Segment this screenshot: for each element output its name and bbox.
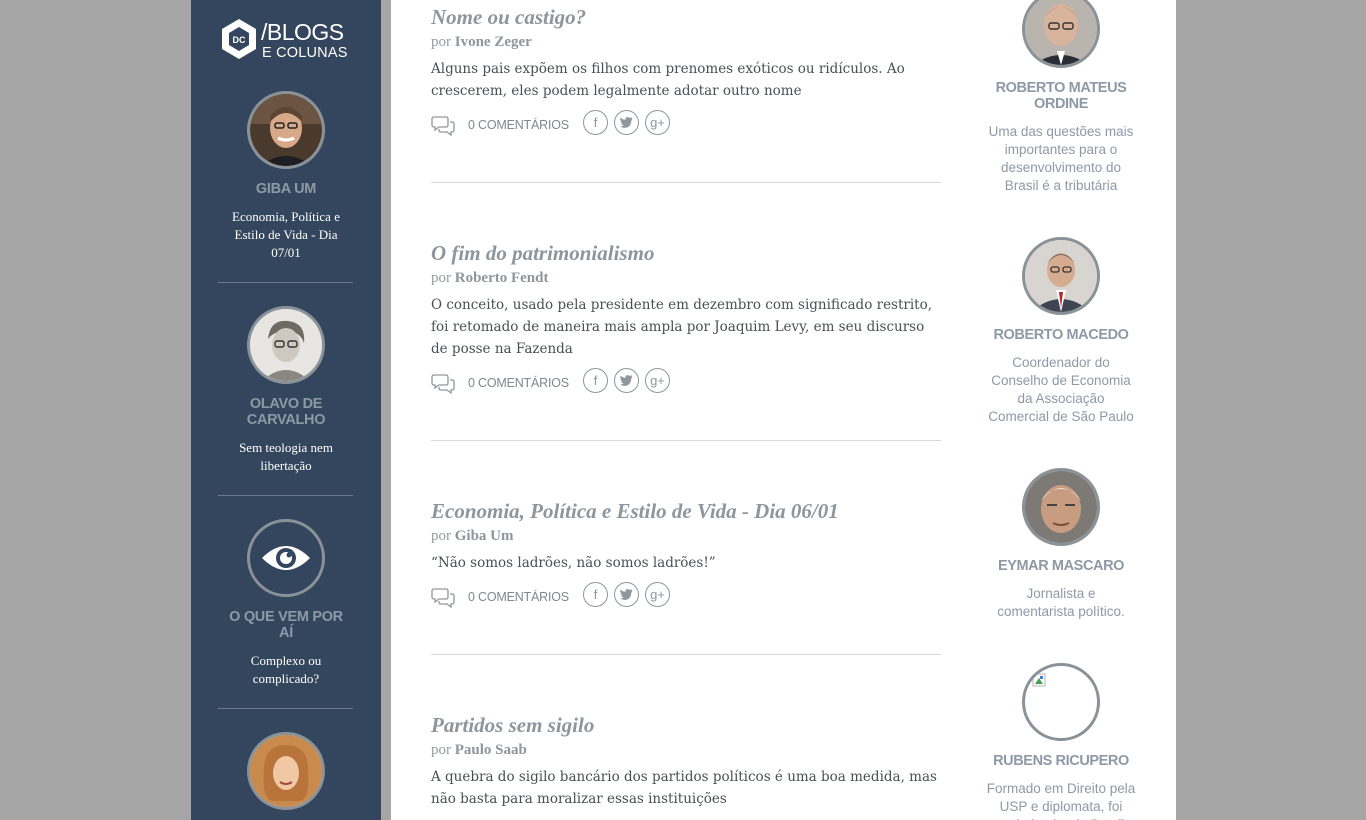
sidebar-item-name[interactable]: GIBA UM [221, 181, 351, 197]
post-title[interactable]: Economia, Política e Estilo de Vida - Di… [431, 499, 941, 523]
post-author-link[interactable]: Ivone Zeger [455, 34, 532, 50]
sidebar-item-description[interactable]: Complexo ou complicado? [226, 652, 346, 688]
googleplus-share-icon[interactable]: g+ [645, 582, 670, 607]
comment-count-link[interactable]: 0 COMENTÁRIOS [468, 590, 569, 604]
eymar-mascaro-portrait [1025, 471, 1097, 543]
post-by-label: por [431, 270, 451, 286]
main-content: Nome ou castigo? por Ivone Zeger Alguns … [391, 0, 1176, 820]
comment-count-link[interactable]: 0 COMENTÁRIOS [468, 376, 569, 390]
comment-count-link[interactable]: 0 COMENTÁRIOS [468, 118, 569, 132]
post-author-link[interactable]: Giba Um [455, 528, 514, 544]
sidebar-item-giba-um[interactable]: GIBA UM Economia, Política e Estilo de V… [191, 91, 381, 262]
post-excerpt[interactable]: O conceito, usado pela presidente em dez… [431, 294, 941, 360]
post-meta: 0 COMENTÁRIOS f g+ [431, 368, 941, 398]
post-meta: 0 COMENTÁRIOS f g+ [431, 110, 941, 140]
logo-text-blogs: /BLOGS [261, 19, 344, 45]
twitter-share-icon[interactable] [614, 110, 639, 135]
avatar[interactable] [1022, 663, 1100, 741]
avatar[interactable] [1022, 237, 1100, 315]
avatar[interactable] [247, 519, 325, 597]
roberto-macedo-portrait [1025, 240, 1097, 312]
twitter-bird-icon [620, 375, 633, 386]
post-title[interactable]: O fim do patrimonialismo [431, 241, 941, 265]
post-byline: por Roberto Fendt [431, 270, 941, 287]
sidebar: DC /BLOGS E COLUNAS GIBA UM Economia, Po… [191, 0, 381, 820]
post-title[interactable]: Nome ou castigo? [431, 5, 941, 29]
columnist-card[interactable]: EYMAR MASCARO Jornalista e comentarista … [976, 468, 1146, 621]
columnist-description[interactable]: Jornalista e comentarista político. [986, 585, 1136, 621]
comment-bubbles-icon[interactable] [431, 587, 455, 609]
olavo-de-carvalho-portrait [250, 309, 322, 381]
post-item: Partidos sem sigilo por Paulo Saab A que… [431, 713, 941, 810]
post-item: O fim do patrimonialismo por Roberto Fen… [431, 241, 941, 398]
twitter-bird-icon [620, 117, 633, 128]
googleplus-share-icon[interactable]: g+ [645, 368, 670, 393]
twitter-bird-icon [620, 589, 633, 600]
post-author-link[interactable]: Roberto Fendt [455, 270, 549, 286]
post-excerpt[interactable]: A quebra do sigilo bancário dos partidos… [431, 766, 941, 810]
logo-mark: DC [233, 35, 246, 45]
post-divider [431, 440, 941, 441]
post-excerpt[interactable]: Alguns pais expõem os filhos com prenome… [431, 58, 941, 102]
post-byline: por Giba Um [431, 528, 941, 545]
columnist-description[interactable]: Coordenador do Conselho de Economia da A… [986, 354, 1136, 426]
post-item: Economia, Política e Estilo de Vida - Di… [431, 499, 941, 612]
sidebar-item-description[interactable]: Sem teologia nem libertação [226, 439, 346, 475]
facebook-share-icon[interactable]: f [583, 110, 608, 135]
columnist-card[interactable]: ROBERTO MACEDO Coordenador do Conselho d… [976, 237, 1146, 426]
sidebar-divider [218, 282, 353, 283]
avatar[interactable] [247, 91, 325, 169]
roberto-mateus-ordine-portrait [1025, 0, 1097, 65]
logo-text-colunas: E COLUNAS [262, 45, 348, 61]
sidebar-item-name[interactable]: OLAVO DE CARVALHO [221, 396, 351, 428]
sidebar-divider [218, 708, 353, 709]
post-by-label: por [431, 34, 451, 50]
post-divider [431, 654, 941, 655]
columnist-name[interactable]: ROBERTO MACEDO [986, 327, 1136, 343]
columnist-name[interactable]: EYMAR MASCARO [986, 558, 1136, 574]
post-byline: por Ivone Zeger [431, 34, 941, 51]
post-meta: 0 COMENTÁRIOS f g+ [431, 582, 941, 612]
avatar[interactable] [1022, 468, 1100, 546]
columnist-name[interactable]: ROBERTO MATEUS ORDINE [986, 80, 1136, 112]
columnist-portrait [250, 735, 322, 807]
columnist-card[interactable]: ROBERTO MATEUS ORDINE Uma das questões m… [976, 0, 1146, 195]
logo[interactable]: DC /BLOGS E COLUNAS [218, 18, 358, 62]
columnist-card[interactable]: RUBENS RICUPERO Formado em Direito pela … [976, 663, 1146, 820]
sidebar-divider [218, 495, 353, 496]
post-byline: por Paulo Saab [431, 742, 941, 759]
sidebar-item-name[interactable]: O QUE VEM POR AÍ [221, 609, 351, 641]
avatar[interactable] [247, 732, 325, 810]
post-item: Nome ou castigo? por Ivone Zeger Alguns … [431, 5, 941, 140]
post-title[interactable]: Partidos sem sigilo [431, 713, 941, 737]
post-by-label: por [431, 528, 451, 544]
columnist-description[interactable]: Uma das questões mais importantes para o… [986, 123, 1136, 195]
giba-um-portrait [250, 94, 322, 166]
sidebar-item-olavo-de-carvalho[interactable]: OLAVO DE CARVALHO Sem teologia nem liber… [191, 306, 381, 475]
dc-hexagon-logo-icon: DC [222, 19, 256, 59]
post-by-label: por [431, 742, 451, 758]
comment-bubbles-icon[interactable] [431, 115, 455, 137]
post-divider [431, 182, 941, 183]
twitter-share-icon[interactable] [614, 582, 639, 607]
facebook-share-icon[interactable]: f [583, 368, 608, 393]
broken-image-icon [1032, 673, 1046, 687]
columnist-description[interactable]: Formado em Direito pela USP e diplomata,… [986, 780, 1136, 820]
columnist-name[interactable]: RUBENS RICUPERO [986, 753, 1136, 769]
post-excerpt[interactable]: “Não somos ladrões, não somos ladrões!” [431, 552, 941, 574]
eye-icon [262, 546, 310, 570]
sidebar-item-columnist[interactable] [191, 732, 381, 810]
post-author-link[interactable]: Paulo Saab [455, 742, 527, 758]
sidebar-item-description[interactable]: Economia, Política e Estilo de Vida - Di… [226, 208, 346, 262]
facebook-share-icon[interactable]: f [583, 582, 608, 607]
googleplus-share-icon[interactable]: g+ [645, 110, 670, 135]
avatar[interactable] [247, 306, 325, 384]
sidebar-item-o-que-vem-por-ai[interactable]: O QUE VEM POR AÍ Complexo ou complicado? [191, 519, 381, 688]
twitter-share-icon[interactable] [614, 368, 639, 393]
comment-bubbles-icon[interactable] [431, 373, 455, 395]
avatar[interactable] [1022, 0, 1100, 68]
